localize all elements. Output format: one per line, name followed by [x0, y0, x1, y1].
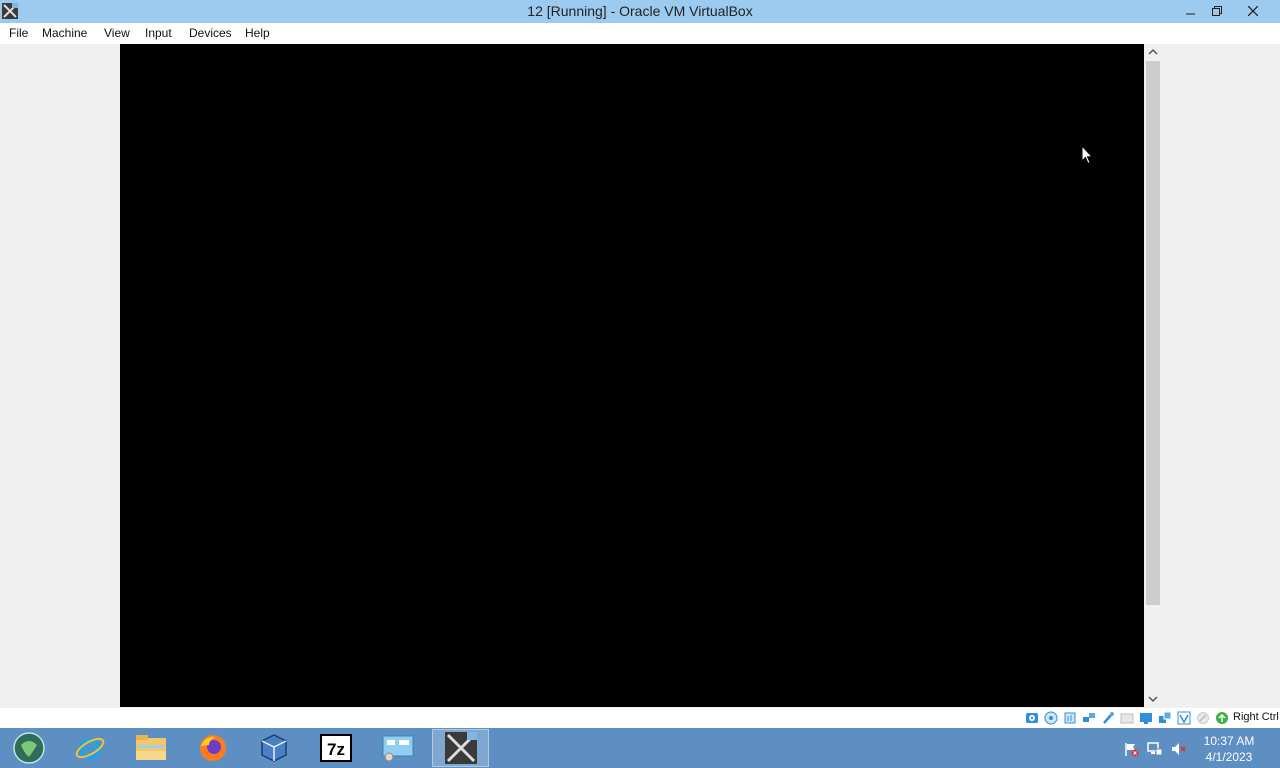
close-icon [1248, 6, 1258, 16]
title-bar: 12 [Running] - Oracle VM VirtualBox [0, 0, 1280, 23]
clock-date: 4/1/2023 [1205, 750, 1253, 764]
taskbar-virtualbox-vm[interactable] [432, 729, 489, 767]
host-key-label[interactable]: Right Ctrl [1233, 711, 1279, 723]
taskbar-control-panel[interactable] [369, 729, 426, 767]
status-bar: Right Ctrl [0, 708, 1280, 728]
taskbar-virtualbox[interactable] [245, 729, 302, 767]
close-button[interactable] [1240, 0, 1266, 22]
taskbar-file-explorer[interactable] [122, 729, 179, 767]
restore-icon [1212, 6, 1222, 16]
start-orb-icon [12, 732, 45, 764]
network-tray-icon[interactable] [1147, 741, 1163, 757]
taskbar-7zip[interactable]: 7z [307, 729, 364, 767]
seven-zip-icon: 7z [319, 734, 352, 762]
keyboard-icon[interactable] [1215, 711, 1229, 725]
menu-file[interactable]: File [8, 26, 29, 40]
action-center-flag-icon[interactable] [1123, 741, 1139, 757]
scroll-up-icon[interactable] [1148, 47, 1158, 57]
shared-folders-icon[interactable] [1120, 711, 1134, 725]
menu-machine[interactable]: Machine [41, 26, 88, 40]
vertical-scrollbar[interactable] [1145, 44, 1161, 707]
folder-icon [135, 735, 166, 760]
virtualization-icon[interactable] [1177, 711, 1191, 725]
network-icon[interactable] [1082, 711, 1096, 725]
mouse-cursor-icon [1081, 145, 1093, 165]
taskbar: 7z 10:37 AM 4/1/2023 [0, 728, 1280, 768]
volume-muted-icon[interactable] [1171, 741, 1187, 757]
hard-disk-icon[interactable] [1025, 711, 1039, 725]
menu-input[interactable]: Input [144, 26, 173, 40]
audio-icon[interactable] [1063, 711, 1077, 725]
virtualbox-vm-icon [444, 732, 477, 764]
vm-display[interactable] [120, 44, 1144, 707]
menu-devices[interactable]: Devices [188, 26, 233, 40]
taskbar-clock[interactable]: 10:37 AM 4/1/2023 [1196, 733, 1262, 765]
taskbar-internet-explorer[interactable] [61, 729, 118, 767]
internet-explorer-icon [75, 737, 104, 760]
scrollbar-thumb[interactable] [1146, 61, 1160, 605]
optical-drive-icon[interactable] [1044, 711, 1058, 725]
clock-time: 10:37 AM [1203, 734, 1255, 748]
virtualbox-icon [260, 734, 287, 762]
mouse-integration-icon[interactable] [1196, 711, 1210, 725]
display-icon[interactable] [1139, 711, 1153, 725]
minimize-button[interactable] [1178, 0, 1204, 22]
menu-view[interactable]: View [103, 26, 131, 40]
window-title: 12 [Running] - Oracle VM VirtualBox [527, 3, 753, 19]
start-button[interactable] [0, 729, 57, 767]
recording-icon[interactable] [1158, 711, 1172, 725]
svg-text:7z: 7z [327, 740, 345, 759]
firefox-icon [199, 735, 226, 761]
scroll-down-icon[interactable] [1148, 694, 1158, 704]
restore-button[interactable] [1204, 0, 1230, 22]
menu-bar: File Machine View Input Devices Help [0, 23, 1280, 44]
minimize-icon [1186, 13, 1195, 15]
usb-icon[interactable] [1101, 711, 1115, 725]
taskbar-firefox[interactable] [184, 729, 241, 767]
menu-help[interactable]: Help [244, 26, 271, 40]
control-panel-icon [382, 735, 413, 762]
